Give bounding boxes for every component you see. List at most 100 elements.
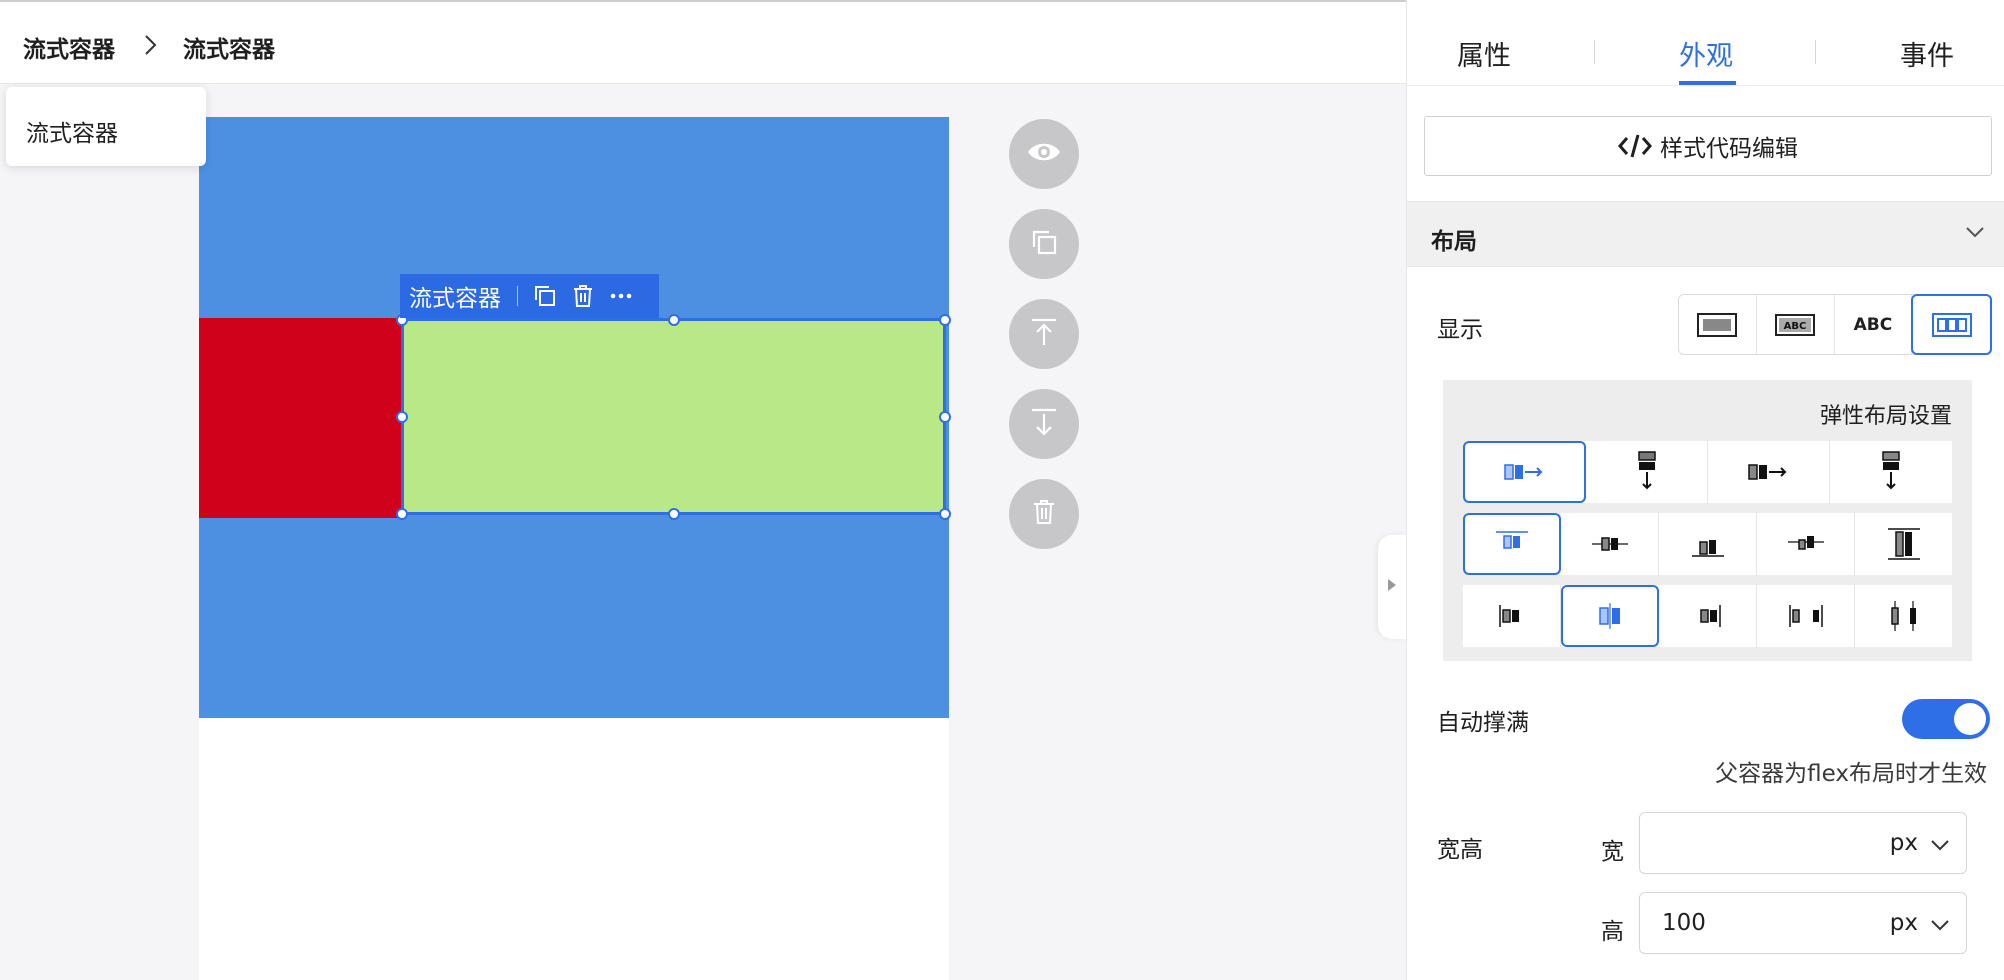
auto-fill-hint: 父容器为flex布局时才生效 xyxy=(1715,761,1987,787)
justify-content-start[interactable] xyxy=(1463,585,1561,647)
tab-appearance[interactable]: 外观 xyxy=(1679,34,1733,73)
breadcrumb-item-current[interactable]: 流式容器 xyxy=(183,30,275,64)
trash-icon[interactable] xyxy=(568,281,598,311)
more-icon[interactable] xyxy=(606,281,636,311)
caret-right-icon xyxy=(1386,577,1398,597)
resize-handle-br[interactable] xyxy=(939,508,951,520)
align-items-end[interactable] xyxy=(1659,513,1757,575)
height-value: 100 xyxy=(1662,910,1706,936)
resize-handle-b[interactable] xyxy=(668,508,680,520)
move-down-button[interactable] xyxy=(1009,389,1079,459)
chevron-right-icon xyxy=(140,32,162,58)
display-flex-option[interactable] xyxy=(1911,294,1992,355)
direction-row-reverse-icon xyxy=(1747,464,1786,480)
display-label: 显示 xyxy=(1437,317,1483,343)
justify-center-icon xyxy=(1599,603,1620,629)
align-items-options xyxy=(1463,513,1952,575)
resize-handle-r[interactable] xyxy=(939,411,951,423)
display-block-option[interactable] xyxy=(1679,295,1757,354)
flow-container-selected[interactable] xyxy=(401,318,946,515)
block-display-icon xyxy=(1697,312,1738,337)
code-icon xyxy=(1618,134,1652,158)
inline-block-display-icon: ABC xyxy=(1775,313,1816,336)
resize-handle-bl[interactable] xyxy=(396,508,408,520)
chevron-down-icon[interactable] xyxy=(1930,837,1950,856)
svg-text:ABC: ABC xyxy=(1784,321,1807,332)
justify-end-icon xyxy=(1699,605,1721,627)
move-down-icon xyxy=(1030,407,1058,441)
tabs-border xyxy=(1407,85,2004,86)
justify-content-center[interactable] xyxy=(1561,585,1659,647)
align-items-start[interactable] xyxy=(1463,513,1561,575)
flex-direction-row[interactable] xyxy=(1463,441,1586,503)
align-stretch-icon xyxy=(1887,528,1920,560)
auto-fill-label: 自动撑满 xyxy=(1437,710,1529,736)
style-panel: 属性 外观 事件 样式代码编辑 布局 显示 ABC ABC 弹性布局设置 自动撑… xyxy=(1406,0,2004,980)
flex-direction-column[interactable] xyxy=(1586,441,1708,503)
align-start-icon xyxy=(1496,531,1528,549)
align-items-center[interactable] xyxy=(1561,513,1659,575)
active-tab-indicator xyxy=(1679,81,1736,85)
align-end-icon xyxy=(1691,540,1724,557)
flex-settings-box: 弹性布局设置 xyxy=(1443,380,1972,661)
flex-display-icon xyxy=(1931,312,1972,337)
move-up-button[interactable] xyxy=(1009,299,1079,369)
width-unit-select[interactable]: px xyxy=(1890,830,1918,856)
justify-content-space-between[interactable] xyxy=(1757,585,1855,647)
breadcrumb-dropdown-item[interactable]: 流式容器 xyxy=(6,87,206,166)
flex-direction-row-reverse[interactable] xyxy=(1708,441,1830,503)
eye-icon xyxy=(1027,141,1061,167)
display-inline-option[interactable]: ABC xyxy=(1835,295,1913,354)
panel-collapse-toggle[interactable] xyxy=(1378,535,1406,639)
width-field[interactable]: px xyxy=(1639,812,1967,874)
align-items-baseline[interactable] xyxy=(1757,513,1855,575)
breadcrumb: 流式容器 流式容器 xyxy=(0,2,1406,84)
display-inline-label: ABC xyxy=(1853,314,1893,335)
tab-divider xyxy=(1815,40,1816,64)
direction-column-icon xyxy=(1637,451,1656,490)
copy-icon xyxy=(1030,228,1058,260)
tab-divider xyxy=(1594,40,1595,64)
display-inline-block-option[interactable]: ABC xyxy=(1757,295,1835,354)
resize-handle-l[interactable] xyxy=(396,411,408,423)
duplicate-button[interactable] xyxy=(1009,209,1079,279)
copy-icon[interactable] xyxy=(530,281,560,311)
breadcrumb-item-root[interactable]: 流式容器 xyxy=(23,30,115,64)
justify-start-icon xyxy=(1498,605,1519,627)
style-code-edit-label: 样式代码编辑 xyxy=(1660,136,1798,162)
height-field[interactable]: 100 px xyxy=(1639,892,1967,954)
justify-content-options xyxy=(1463,585,1952,647)
auto-fill-toggle[interactable] xyxy=(1902,699,1990,739)
style-code-edit-button[interactable]: 样式代码编辑 xyxy=(1424,116,1992,176)
width-label: 宽 xyxy=(1601,839,1624,865)
direction-row-icon xyxy=(1503,464,1542,480)
size-label: 宽高 xyxy=(1437,837,1483,863)
justify-content-end[interactable] xyxy=(1659,585,1757,647)
tab-events[interactable]: 事件 xyxy=(1900,34,1954,73)
flow-container-red[interactable] xyxy=(199,318,401,518)
chevron-down-icon xyxy=(1965,224,1985,243)
height-unit-select[interactable]: px xyxy=(1890,910,1918,936)
move-up-icon xyxy=(1030,317,1058,351)
flex-direction-options xyxy=(1463,441,1952,503)
align-items-stretch[interactable] xyxy=(1855,513,1952,575)
selection-toolbar: 流式容器 xyxy=(400,274,659,318)
delete-icon xyxy=(1032,499,1056,529)
justify-between-icon xyxy=(1788,605,1823,627)
layout-section-title: 布局 xyxy=(1431,229,1477,255)
delete-button[interactable] xyxy=(1009,479,1079,549)
justify-content-space-around[interactable] xyxy=(1855,585,1952,647)
flex-settings-title: 弹性布局设置 xyxy=(1819,404,1952,429)
chevron-down-icon[interactable] xyxy=(1930,917,1950,936)
resize-handle-tr[interactable] xyxy=(939,314,951,326)
justify-around-icon xyxy=(1890,601,1916,631)
align-center-icon xyxy=(1591,537,1628,551)
tab-properties[interactable]: 属性 xyxy=(1457,34,1511,73)
layout-section-header[interactable]: 布局 xyxy=(1407,201,2004,267)
selection-label: 流式容器 xyxy=(409,286,501,312)
flex-direction-column-reverse[interactable] xyxy=(1830,441,1952,503)
resize-handle-t[interactable] xyxy=(668,314,680,326)
height-label: 高 xyxy=(1601,919,1624,945)
toolbar-divider xyxy=(517,286,518,306)
preview-button[interactable] xyxy=(1009,119,1079,189)
